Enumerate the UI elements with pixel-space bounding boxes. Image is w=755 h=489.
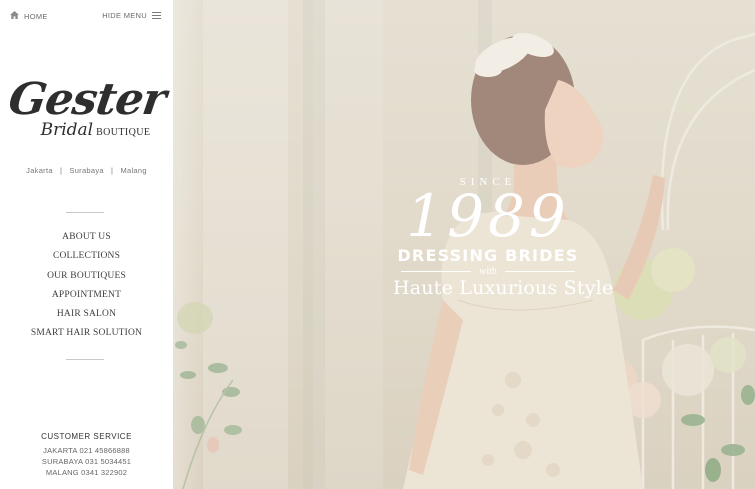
brand-logo[interactable]: Gester Bridal BOUTIQUE bbox=[0, 74, 173, 140]
nav-item-smart-hair-solution[interactable]: SMART HAIR SOLUTION bbox=[0, 328, 173, 347]
customer-service-title: CUSTOMER SERVICE bbox=[41, 432, 132, 441]
sidebar-topbar: HOME HIDE MENU bbox=[10, 11, 161, 25]
hero-tagline: SINCE 1989 DRESSING BRIDES with Haute Lu… bbox=[393, 176, 614, 299]
headline: DRESSING BRIDES bbox=[397, 246, 579, 265]
main-nav: ABOUT US COLLECTIONS OUR BOUTIQUES APPOI… bbox=[0, 232, 173, 348]
rule-left bbox=[401, 271, 472, 272]
nav-item-hair-salon[interactable]: HAIR SALON bbox=[0, 309, 173, 328]
nav-item-collections[interactable]: COLLECTIONS bbox=[0, 251, 173, 270]
year-label: 1989 bbox=[406, 182, 570, 250]
with-row: with bbox=[393, 266, 583, 277]
rule-right bbox=[504, 271, 575, 272]
with-label: with bbox=[479, 266, 497, 277]
nav-item-our-boutiques[interactable]: OUR BOUTIQUES bbox=[0, 271, 173, 290]
city-list: Jakarta | Surabaya | Malang bbox=[26, 166, 147, 175]
subline: Haute Luxurious Style bbox=[393, 277, 614, 299]
nav-item-about-us[interactable]: ABOUT US bbox=[0, 232, 173, 251]
hero-banner: SINCE 1989 DRESSING BRIDES with Haute Lu… bbox=[173, 0, 755, 489]
phone-jakarta[interactable]: JAKARTA 021 45866888 bbox=[0, 445, 173, 456]
home-icon bbox=[10, 11, 19, 21]
customer-service: CUSTOMER SERVICE JAKARTA 021 45866888 SU… bbox=[0, 432, 173, 478]
hide-menu-label: HIDE MENU bbox=[102, 11, 147, 20]
nav-item-appointment[interactable]: APPOINTMENT bbox=[0, 290, 173, 309]
divider-top bbox=[66, 212, 104, 213]
phone-surabaya[interactable]: SURABAYA 031 5034451 bbox=[0, 456, 173, 467]
phone-malang[interactable]: MALANG 0341 322902 bbox=[0, 467, 173, 478]
sidebar: HOME HIDE MENU Gester Bridal BOUTIQUE Ja… bbox=[0, 0, 173, 489]
logo-wordmark: Gester bbox=[5, 74, 169, 125]
home-link[interactable]: HOME bbox=[10, 11, 48, 21]
hide-menu-button[interactable]: HIDE MENU bbox=[102, 11, 161, 20]
home-label: HOME bbox=[24, 11, 48, 21]
logo-boutique: BOUTIQUE bbox=[96, 127, 151, 138]
divider-bottom bbox=[66, 359, 104, 360]
hamburger-icon bbox=[152, 12, 161, 19]
